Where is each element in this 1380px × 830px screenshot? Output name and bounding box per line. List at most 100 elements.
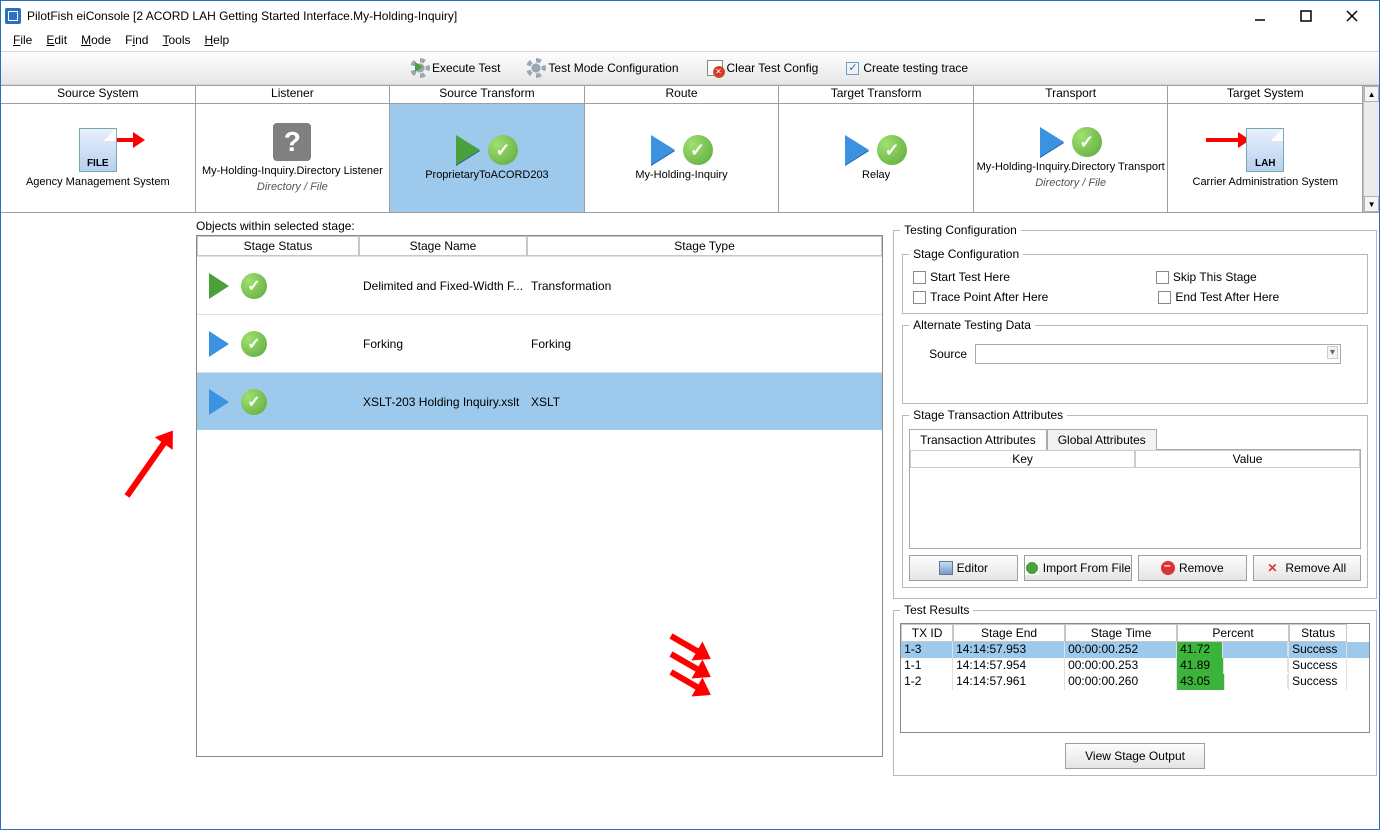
end-test-checkbox[interactable]: End Test After Here xyxy=(1158,290,1279,304)
tab-global-attrs[interactable]: Global Attributes xyxy=(1047,429,1157,450)
cell-stage-time: 00:00:00.260 xyxy=(1065,674,1177,690)
stage-6[interactable]: Target SystemLAHCarrier Administration S… xyxy=(1168,86,1363,212)
alt-data-group: Alternate Testing Data Source xyxy=(902,318,1368,404)
col-txid[interactable]: TX ID xyxy=(901,624,953,642)
stage-5[interactable]: TransportMy-Holding-Inquiry.Directory Tr… xyxy=(974,86,1169,212)
stage-config-legend: Stage Configuration xyxy=(909,247,1023,261)
stage-header: Listener xyxy=(196,86,390,104)
import-button[interactable]: Import From File xyxy=(1024,555,1132,581)
maximize-button[interactable] xyxy=(1283,2,1329,30)
col-stage-type[interactable]: Stage Type xyxy=(527,236,882,256)
stage-scrollbar[interactable]: ▲▼ xyxy=(1363,86,1379,212)
stage-4[interactable]: Target TransformRelay xyxy=(779,86,974,212)
cell-stage-time: 00:00:00.253 xyxy=(1065,658,1177,674)
result-row[interactable]: 1-314:14:57.95300:00:00.25241.72Success xyxy=(901,642,1369,658)
alt-data-legend: Alternate Testing Data xyxy=(909,318,1035,332)
check-icon xyxy=(1072,127,1102,157)
object-row[interactable]: XSLT-203 Holding Inquiry.xsltXSLT xyxy=(197,372,882,430)
test-config-label: Test Mode Configuration xyxy=(548,61,678,75)
skip-stage-checkbox[interactable]: Skip This Stage xyxy=(1156,270,1257,284)
remove-button[interactable]: Remove xyxy=(1138,555,1246,581)
test-results-legend: Test Results xyxy=(900,603,973,617)
editor-icon xyxy=(939,561,953,575)
col-key[interactable]: Key xyxy=(910,450,1135,468)
stage-0[interactable]: Source SystemFILEAgency Management Syste… xyxy=(1,86,196,212)
remove-label: Remove xyxy=(1179,561,1224,575)
stage-header: Target System xyxy=(1168,86,1362,104)
check-icon xyxy=(683,135,713,165)
stage-header: Source Transform xyxy=(390,86,584,104)
results-table: TX ID Stage End Stage Time Percent Statu… xyxy=(900,623,1370,733)
cell-txid: 1-3 xyxy=(901,642,953,658)
play-icon xyxy=(845,135,869,165)
window-title: PilotFish eiConsole [2 ACORD LAH Getting… xyxy=(27,9,1237,23)
file-icon: FILE xyxy=(79,128,117,172)
stage-3[interactable]: RouteMy-Holding-Inquiry xyxy=(585,86,780,212)
tab-transaction-attrs[interactable]: Transaction Attributes xyxy=(909,429,1047,450)
source-combo[interactable] xyxy=(975,344,1341,364)
object-row[interactable]: Delimited and Fixed-Width F...Transforma… xyxy=(197,256,882,314)
stage-header: Source System xyxy=(1,86,195,104)
menu-edit[interactable]: Edit xyxy=(40,31,73,51)
menu-mode[interactable]: Mode xyxy=(75,31,117,51)
result-row[interactable]: 1-114:14:57.95400:00:00.25341.89Success xyxy=(901,658,1369,674)
result-row[interactable]: 1-214:14:57.96100:00:00.26043.05Success xyxy=(901,674,1369,690)
menu-find[interactable]: Find xyxy=(119,31,154,51)
stage-header: Route xyxy=(585,86,779,104)
trace-point-label: Trace Point After Here xyxy=(930,290,1048,304)
play-icon xyxy=(1040,127,1064,157)
cell-stage-end: 14:14:57.961 xyxy=(953,674,1065,690)
view-stage-output-button[interactable]: View Stage Output xyxy=(1065,743,1205,769)
col-stage-end[interactable]: Stage End xyxy=(953,624,1065,642)
stage-label: ProprietaryToACORD203 xyxy=(425,169,549,181)
create-trace-label: Create testing trace xyxy=(863,61,968,75)
col-percent[interactable]: Percent xyxy=(1177,624,1289,642)
play-icon xyxy=(209,331,229,357)
removeall-button[interactable]: ✕ Remove All xyxy=(1253,555,1361,581)
minimize-button[interactable] xyxy=(1237,2,1283,30)
menu-file[interactable]: File xyxy=(7,31,38,51)
trace-point-checkbox[interactable]: Trace Point After Here xyxy=(913,290,1048,304)
test-config-button[interactable]: Test Mode Configuration xyxy=(528,60,678,76)
object-name: Delimited and Fixed-Width F... xyxy=(359,279,527,293)
col-stage-status[interactable]: Stage Status xyxy=(197,236,359,256)
editor-label: Editor xyxy=(957,561,988,575)
check-icon xyxy=(241,331,267,357)
objects-table: Stage Status Stage Name Stage Type Delim… xyxy=(196,235,883,757)
object-type: Forking xyxy=(527,337,882,351)
create-trace-toggle[interactable]: Create testing trace xyxy=(846,61,968,75)
check-icon xyxy=(241,389,267,415)
remove-icon xyxy=(1161,561,1175,575)
cell-txid: 1-1 xyxy=(901,658,953,674)
col-value[interactable]: Value xyxy=(1135,450,1360,468)
menu-help[interactable]: Help xyxy=(198,31,235,51)
col-stage-time[interactable]: Stage Time xyxy=(1065,624,1177,642)
stage-label: My-Holding-Inquiry.Directory Transport xyxy=(977,161,1165,173)
removeall-icon: ✕ xyxy=(1267,561,1281,575)
object-name: XSLT-203 Holding Inquiry.xslt xyxy=(359,395,527,409)
stage-attr-group: Stage Transaction Attributes Transaction… xyxy=(902,408,1368,588)
skip-stage-label: Skip This Stage xyxy=(1173,270,1257,284)
end-test-label: End Test After Here xyxy=(1175,290,1279,304)
annotation-arrow xyxy=(125,437,170,498)
cell-percent: 41.72 xyxy=(1177,642,1289,658)
col-stage-name[interactable]: Stage Name xyxy=(359,236,527,256)
gear-icon xyxy=(528,60,544,76)
clear-config-button[interactable]: Clear Test Config xyxy=(707,60,819,76)
start-test-checkbox[interactable]: Start Test Here xyxy=(913,270,1010,284)
stage-1[interactable]: Listener?My-Holding-Inquiry.Directory Li… xyxy=(196,86,391,212)
attributes-grid[interactable]: KeyValue xyxy=(909,449,1361,549)
stage-2[interactable]: Source Transform ProprietaryToACORD203 xyxy=(390,86,585,212)
play-icon xyxy=(209,273,229,299)
testing-config-group: Testing Configuration Stage Configuratio… xyxy=(893,223,1377,599)
col-status[interactable]: Status xyxy=(1289,624,1347,642)
execute-test-button[interactable]: Execute Test xyxy=(412,60,500,76)
removeall-label: Remove All xyxy=(1285,561,1346,575)
stage-sublabel: Directory / File xyxy=(257,181,328,193)
close-button[interactable] xyxy=(1329,2,1375,30)
object-name: Forking xyxy=(359,337,527,351)
menu-tools[interactable]: Tools xyxy=(156,31,196,51)
cell-txid: 1-2 xyxy=(901,674,953,690)
editor-button[interactable]: Editor xyxy=(909,555,1017,581)
object-row[interactable]: ForkingForking xyxy=(197,314,882,372)
